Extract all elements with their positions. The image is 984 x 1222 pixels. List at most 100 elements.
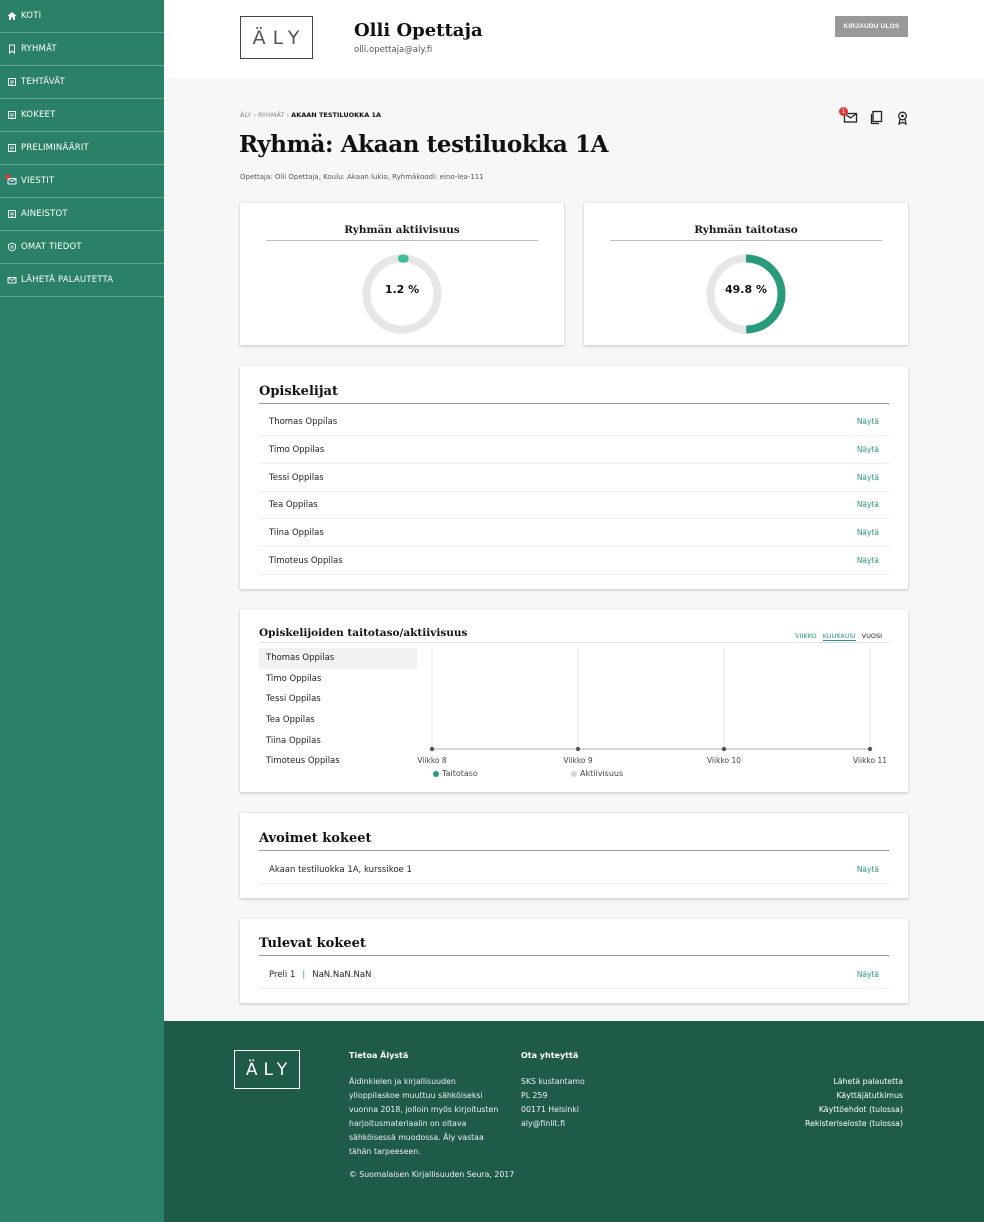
exam-row: Preli 1 | NaN.NaN.NaN Näytä xyxy=(259,961,889,989)
group-meta: Opettaja: Olli Opettaja, Koulu: Akaan lu… xyxy=(240,173,484,181)
chart-x-tick-label: Viikko 10 xyxy=(707,756,741,765)
footer-link-terms[interactable]: Käyttöehdot (tulossa) xyxy=(805,1103,903,1117)
contact-email-link[interactable]: aly@finlit.fi xyxy=(521,1117,585,1131)
footer-link-user-research[interactable]: Käyttäjätutkimus xyxy=(805,1089,903,1103)
contact-title: Ota yhteyttä xyxy=(521,1051,579,1060)
sidebar-item-viestit[interactable]: Viestit xyxy=(0,165,164,198)
header: ÄLY Olli Opettaja olli.opettaja@aly.fi K… xyxy=(164,0,984,78)
divider xyxy=(259,642,889,643)
shield-icon xyxy=(7,242,17,252)
chart-student-item[interactable]: Tea Oppilas xyxy=(259,710,417,731)
chart-x-tick-label: Viikko 9 xyxy=(563,756,593,765)
chart-student-item[interactable]: Tessi Oppilas xyxy=(259,689,417,710)
student-name: Tiina Oppilas xyxy=(269,527,324,538)
chart-point xyxy=(867,746,873,752)
footer-link-feedback[interactable]: Lähetä palautetta xyxy=(805,1075,903,1089)
student-row: Thomas Oppilas Näytä xyxy=(259,408,889,436)
chart-student-item[interactable]: Tiina Oppilas xyxy=(259,730,417,751)
chart-point xyxy=(721,746,727,752)
students-title: Opiskelijat xyxy=(259,384,338,399)
legend-skill-label: Taitotaso xyxy=(442,769,478,778)
sidebar-item-label: Ryhmät xyxy=(21,44,57,54)
breadcrumb-groups[interactable]: RYHMÄT xyxy=(258,111,284,119)
messages-button[interactable]: 1 xyxy=(839,107,858,125)
skill-card: Ryhmän taitotaso 49.8 % xyxy=(584,203,908,345)
period-week-tab[interactable]: VIIKKO xyxy=(795,632,817,641)
award-button[interactable] xyxy=(895,110,910,126)
sidebar-item-label: Viestit xyxy=(21,176,55,186)
document-icon xyxy=(7,143,17,153)
show-student-link[interactable]: Näytä xyxy=(857,556,879,565)
message-count-badge: 1 xyxy=(839,107,848,116)
show-student-link[interactable]: Näytä xyxy=(857,417,879,426)
about-text: Äidinkielen ja kirjallisuuden ylioppilas… xyxy=(349,1077,499,1156)
legend-skill-swatch xyxy=(433,770,439,777)
chart-point xyxy=(429,746,435,752)
student-name: Timoteus Oppilas xyxy=(269,555,343,566)
chart-student-item[interactable]: Thomas Oppilas xyxy=(259,648,417,669)
student-row: Tessi Oppilas Näytä xyxy=(259,464,889,492)
progress-chart: Viikko 8 Viikko 9 Viikko 10 Viikko 11 xyxy=(417,648,887,765)
sidebar-item-preliminaarit[interactable]: Preliminäärit xyxy=(0,132,164,165)
sidebar-item-label: Preliminäärit xyxy=(21,143,89,153)
show-exam-link[interactable]: Näytä xyxy=(857,970,879,979)
chart-student-item[interactable]: Timoteus Oppilas xyxy=(259,751,417,772)
show-exam-link[interactable]: Näytä xyxy=(857,865,879,874)
legend-skill: Taitotaso xyxy=(433,769,478,778)
breadcrumb-root[interactable]: ÄLY xyxy=(240,111,251,119)
show-student-link[interactable]: Näytä xyxy=(857,473,879,482)
student-name: Tea Oppilas xyxy=(269,499,318,510)
sidebar-item-kokeet[interactable]: Kokeet xyxy=(0,99,164,132)
exam-name: Akaan testiluokka 1A, kurssikoe 1 xyxy=(269,864,412,875)
footer-links: Lähetä palautetta Käyttäjätutkimus Käytt… xyxy=(805,1075,903,1131)
upcoming-exams-title: Tulevat kokeet xyxy=(259,936,366,951)
student-row: Timoteus Oppilas Näytä xyxy=(259,547,889,575)
sidebar-item-label: Omat tiedot xyxy=(21,242,82,252)
sidebar-item-tehtavat[interactable]: Tehtävät xyxy=(0,66,164,99)
sidebar-item-omat-tiedot[interactable]: Omat tiedot xyxy=(0,231,164,264)
sidebar-item-laheta-palautetta[interactable]: Lähetä palautetta xyxy=(0,264,164,297)
show-student-link[interactable]: Näytä xyxy=(857,500,879,509)
exam-date: NaN.NaN.NaN xyxy=(312,969,372,980)
divider xyxy=(259,955,889,956)
award-icon xyxy=(895,110,910,129)
show-student-link[interactable]: Näytä xyxy=(857,528,879,537)
logout-button[interactable]: KIRJAUDU ULOS xyxy=(835,16,908,37)
breadcrumb-current: AKAAN TESTILUOKKA 1A xyxy=(291,111,382,119)
skill-title: Ryhmän taitotaso xyxy=(610,224,882,241)
breadcrumb: ÄLY › RYHMÄT › AKAAN TESTILUOKKA 1A xyxy=(240,111,381,119)
user-name: Olli Opettaja xyxy=(354,20,483,41)
student-name: Timo Oppilas xyxy=(269,444,325,455)
aly-logo[interactable]: ÄLY xyxy=(240,16,313,59)
upcoming-exams-card: Tulevat kokeet Preli 1 | NaN.NaN.NaN Näytä xyxy=(240,919,908,1003)
open-exams-title: Avoimet kokeet xyxy=(259,831,372,846)
chart-student-item[interactable]: Timo Oppilas xyxy=(259,669,417,690)
footer-link-privacy[interactable]: Rekisteriseloste (tulossa) xyxy=(805,1117,903,1131)
contact-info: SKS kustantamo PL 259 00171 Helsinki aly… xyxy=(521,1075,585,1131)
contact-line: 00171 Helsinki xyxy=(521,1105,579,1114)
sidebar-item-koti[interactable]: Koti xyxy=(0,0,164,33)
sidebar: Koti Ryhmät Tehtävät Kokeet Preliminääri… xyxy=(0,0,169,1222)
period-year-tab[interactable]: VUOSI xyxy=(862,632,882,641)
legend-activity-label: Aktiivisuus xyxy=(580,769,624,778)
contact-line: PL 259 xyxy=(521,1091,548,1100)
copyright: © Suomalaisen Kirjallisuuden Seura, 2017 xyxy=(349,1170,515,1179)
exam-name: Preli 1 xyxy=(269,969,296,980)
bookmark-icon xyxy=(7,44,17,54)
legend-activity-swatch xyxy=(571,770,577,777)
about-title: Tietoa Älystä xyxy=(349,1051,409,1060)
sidebar-item-aineistot[interactable]: Aineistot xyxy=(0,198,164,231)
separator: | xyxy=(302,969,306,980)
chart-x-tick-label: Viikko 8 xyxy=(417,756,447,765)
show-student-link[interactable]: Näytä xyxy=(857,445,879,454)
student-row: Tiina Oppilas Näytä xyxy=(259,519,889,547)
skill-value: 49.8 % xyxy=(725,283,767,296)
sidebar-item-ryhmat[interactable]: Ryhmät xyxy=(0,33,169,66)
open-exams-card: Avoimet kokeet Akaan testiluokka 1A, kur… xyxy=(240,813,908,898)
copy-button[interactable] xyxy=(869,110,884,125)
period-month-tab[interactable]: KUUKAUSI xyxy=(822,632,856,641)
mail-icon xyxy=(5,174,17,186)
copy-icon xyxy=(869,110,884,129)
sidebar-item-label: Koti xyxy=(21,11,42,21)
contact-line: SKS kustantamo xyxy=(521,1077,585,1086)
